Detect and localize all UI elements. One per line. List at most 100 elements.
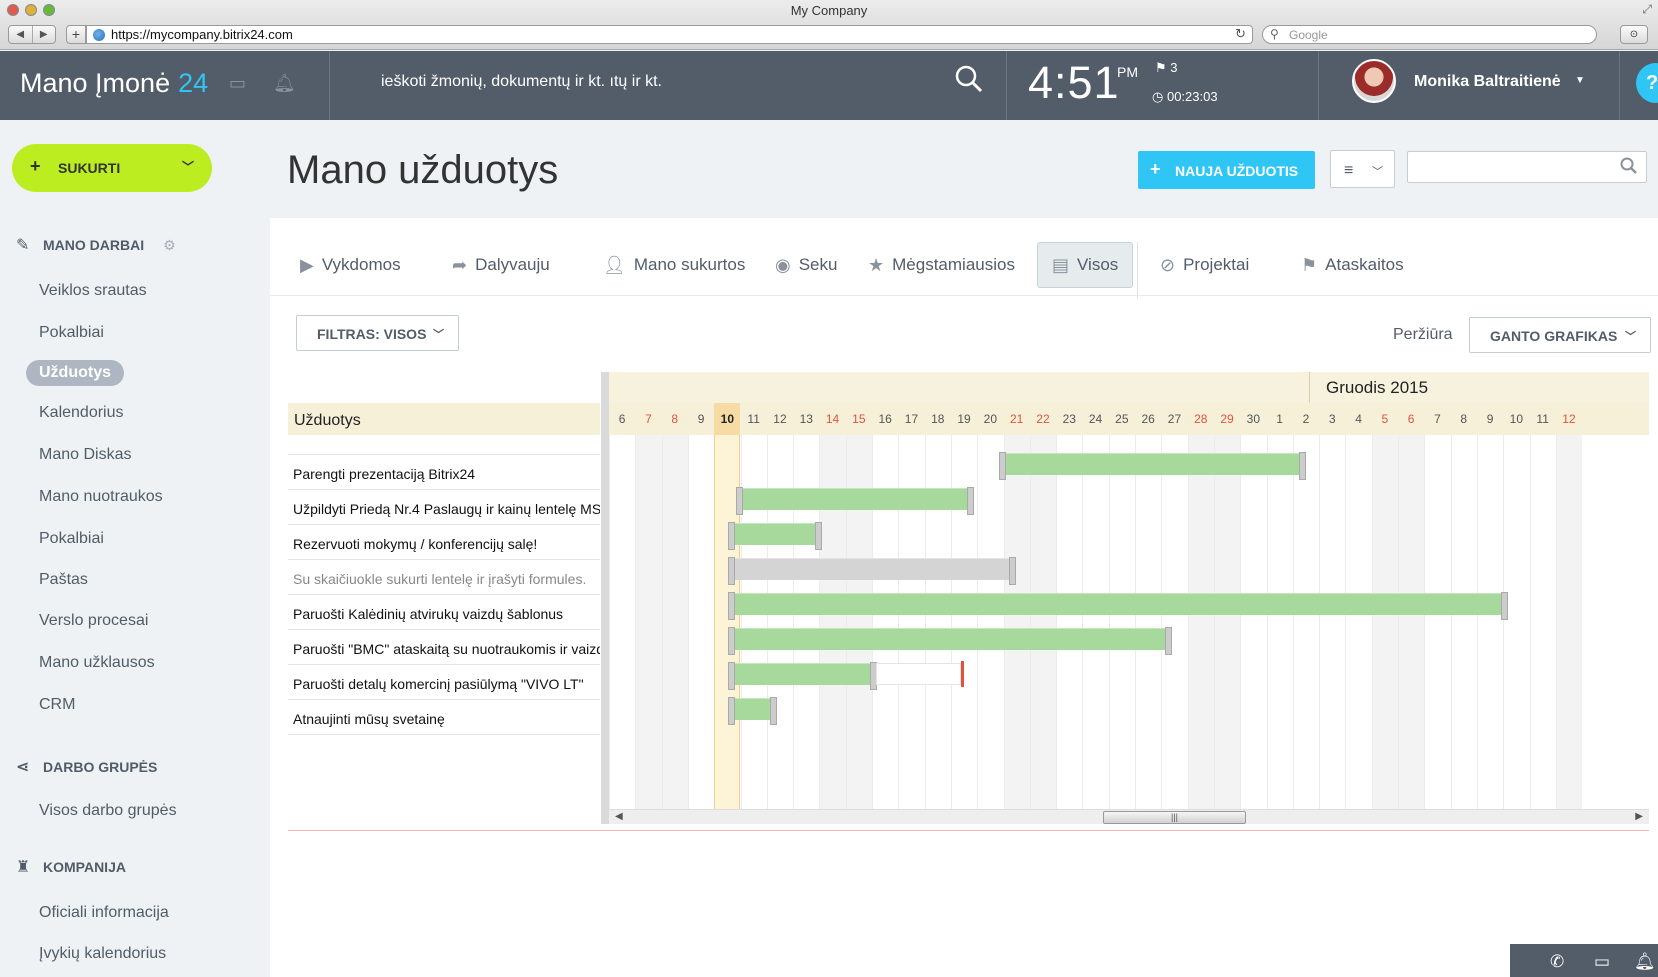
day-label: 25 [1115,412,1129,426]
new-tab-icon[interactable]: + [66,25,86,44]
sidebar-item-chats[interactable]: Pokalbiai [39,324,104,342]
bell-icon[interactable]: 🔔︎ [1634,952,1656,972]
logo-text: Mano Įmonė [20,68,171,98]
day-column [1056,435,1082,809]
avatar[interactable] [1352,59,1396,103]
search-icon[interactable] [1620,157,1638,175]
sidebar-item-my-drive[interactable]: Mano Diskas [39,446,131,464]
tab-all[interactable]: ▤ Visos [1037,242,1134,288]
day-label: 20 [983,412,998,426]
horizontal-scrollbar[interactable]: ◀ ||| ▶ [609,809,1649,824]
downloads-icon[interactable]: ⊙ [1620,25,1648,44]
tab-favorites[interactable]: ★ Mėgstamiausios [868,242,1015,288]
tab-label: Ataskaitos [1325,255,1404,274]
section-my-work[interactable]: ✎ MANO DARBAI ⚙ [16,235,176,255]
gear-icon[interactable]: ⚙ [163,237,176,254]
back-icon[interactable]: ◀ [9,26,32,43]
view-mode-select[interactable]: GANTO GRAFIKAS ﹀ [1469,317,1651,353]
portal-logo[interactable]: Mano Įmonė 24 [20,68,208,99]
task-row[interactable]: Paruošti Kalėdinių atvirukų vaizdų šablo… [288,595,600,630]
gantt-splitter[interactable] [601,372,609,824]
clock-time[interactable]: 4:51 [1028,57,1120,109]
url-text[interactable]: https://mycompany.bitrix24.com [111,27,293,42]
sidebar-item-official-info[interactable]: Oficiali informacija [39,904,169,922]
user-name[interactable]: Monika Baltraitienė [1414,73,1561,91]
deadline-marker[interactable] [961,661,965,687]
tab-label: Vykdomos [321,255,401,274]
tab-projects[interactable]: ⊘ Projektai [1160,242,1249,288]
forward-icon[interactable]: ▶ [31,26,56,43]
day-label: 4 [1355,412,1362,426]
sidebar-item-my-requests[interactable]: Mano užklausos [39,654,155,672]
view-settings-button[interactable]: ≡ ﹀ [1330,150,1395,188]
task-bar[interactable] [735,487,975,515]
sidebar-item-calendar[interactable]: Kalendorius [39,404,124,422]
view-mode-value: GANTO GRAFIKAS [1490,328,1618,344]
section-workgroups[interactable]: ⋖ DARBO GRUPĖS [16,757,157,777]
sidebar-item-activity-stream[interactable]: Veiklos srautas [39,282,147,300]
help-button[interactable]: ? [1636,63,1658,103]
star-icon: ★ [868,254,885,275]
reload-icon[interactable]: ↻ [1235,26,1246,42]
day-label: 11 [1536,412,1549,426]
task-row[interactable]: Užpildyti Priedą Nr.4 Paslaugų ir kainų … [288,490,600,525]
scroll-left-icon[interactable]: ◀ [615,811,623,822]
browser-search-field[interactable]: ⚲ Google [1262,25,1597,44]
day-column [977,435,1003,809]
flag-icon: ⚑ [1155,60,1171,75]
day-column [1266,435,1293,809]
task-bar[interactable] [727,522,822,550]
sidebar-item-workflows[interactable]: Verslo procesai [39,612,148,630]
sidebar-item-event-calendar[interactable]: Įvykių kalendorius [39,945,166,963]
task-row[interactable]: Su skaičiuokle sukurti lentelę ir įrašyt… [288,560,600,595]
address-bar[interactable]: https://mycompany.bitrix24.com ↻ [86,25,1253,44]
section-company[interactable]: ♜ KOMPANIJA [16,857,126,877]
chat-icon[interactable]: ▭ [1594,952,1610,972]
tab-label: Visos [1077,255,1119,274]
tab-reports[interactable]: ⚑ Ataskaitos [1301,242,1404,288]
scroll-right-icon[interactable]: ▶ [1635,811,1643,822]
filter-button[interactable]: FILTRAS: VISOS ﹀ [296,315,459,351]
sidebar-item-crm[interactable]: CRM [39,696,75,714]
caret-down-icon[interactable]: ▼ [1575,75,1585,86]
day-label: 28 [1194,412,1208,426]
tasks-counter[interactable]: ⚑ 3 [1155,60,1178,76]
task-search-input[interactable] [1407,151,1647,183]
chat-icon[interactable]: ▭ [229,73,246,94]
tab-participating[interactable]: ➦ Dalyvauju [452,242,550,288]
sidebar-item-all-groups[interactable]: Visos darbo grupės [39,802,177,820]
tab-following[interactable]: ◉ Seku [775,242,837,288]
day-label: 9 [1486,412,1494,426]
task-row[interactable]: Atnaujinti mūsų svetainę [288,700,600,735]
task-bar[interactable] [727,627,1172,655]
task-row[interactable]: Parengti prezentaciją Bitrix24 [288,455,600,490]
task-tabs: ▶ Vykdomos ➦ Dalyvauju 👤︎ Mano sukurtos ◉ Se… [270,242,1658,298]
bell-icon[interactable]: 🔔︎ [273,73,296,94]
new-task-button[interactable]: + NAUJA UŽDUOTIS [1138,151,1315,189]
task-bar[interactable] [727,662,878,690]
scroll-thumb[interactable]: ||| [1103,811,1246,824]
task-bar[interactable] [727,697,778,725]
header-search-input[interactable]: ieškoti žmonių, dokumentų ir kt. ıtų ir … [381,73,662,91]
sidebar-item-my-photos[interactable]: Mano nuotraukos [39,488,163,506]
task-bar[interactable] [998,452,1306,480]
task-row[interactable]: Rezervuoti mokymų / konferencijų salę! [288,525,600,560]
tab-in-progress[interactable]: ▶ Vykdomos [300,242,401,288]
search-icon[interactable] [955,65,983,93]
sidebar-item-chats-2[interactable]: Pokalbiai [39,530,104,548]
sidebar-item-tasks[interactable]: Užduotys [26,360,124,386]
work-timer[interactable]: ◷ 00:23:03 [1152,89,1218,105]
tab-created-by-me[interactable]: 👤︎ Mano sukurtos [603,242,745,288]
create-button[interactable]: + SUKURTI ﹀ [12,144,212,192]
task-bar[interactable] [727,557,1017,585]
globe-icon [93,29,105,41]
phone-icon[interactable]: ✆ [1550,952,1564,972]
fullscreen-icon[interactable]: ⤢ [1642,2,1652,17]
sidebar-item-mail[interactable]: Paštas [39,571,88,589]
plus-icon: + [30,156,41,176]
day-label: 1 [1276,412,1283,426]
task-row[interactable]: Paruošti detalų komercinį pasiūlymą "VIV… [288,665,600,700]
clock-ampm: PM [1117,64,1138,80]
task-bar[interactable] [727,592,1508,620]
task-row[interactable]: Paruošti "BMC" ataskaitą su nuotraukomis… [288,630,600,665]
